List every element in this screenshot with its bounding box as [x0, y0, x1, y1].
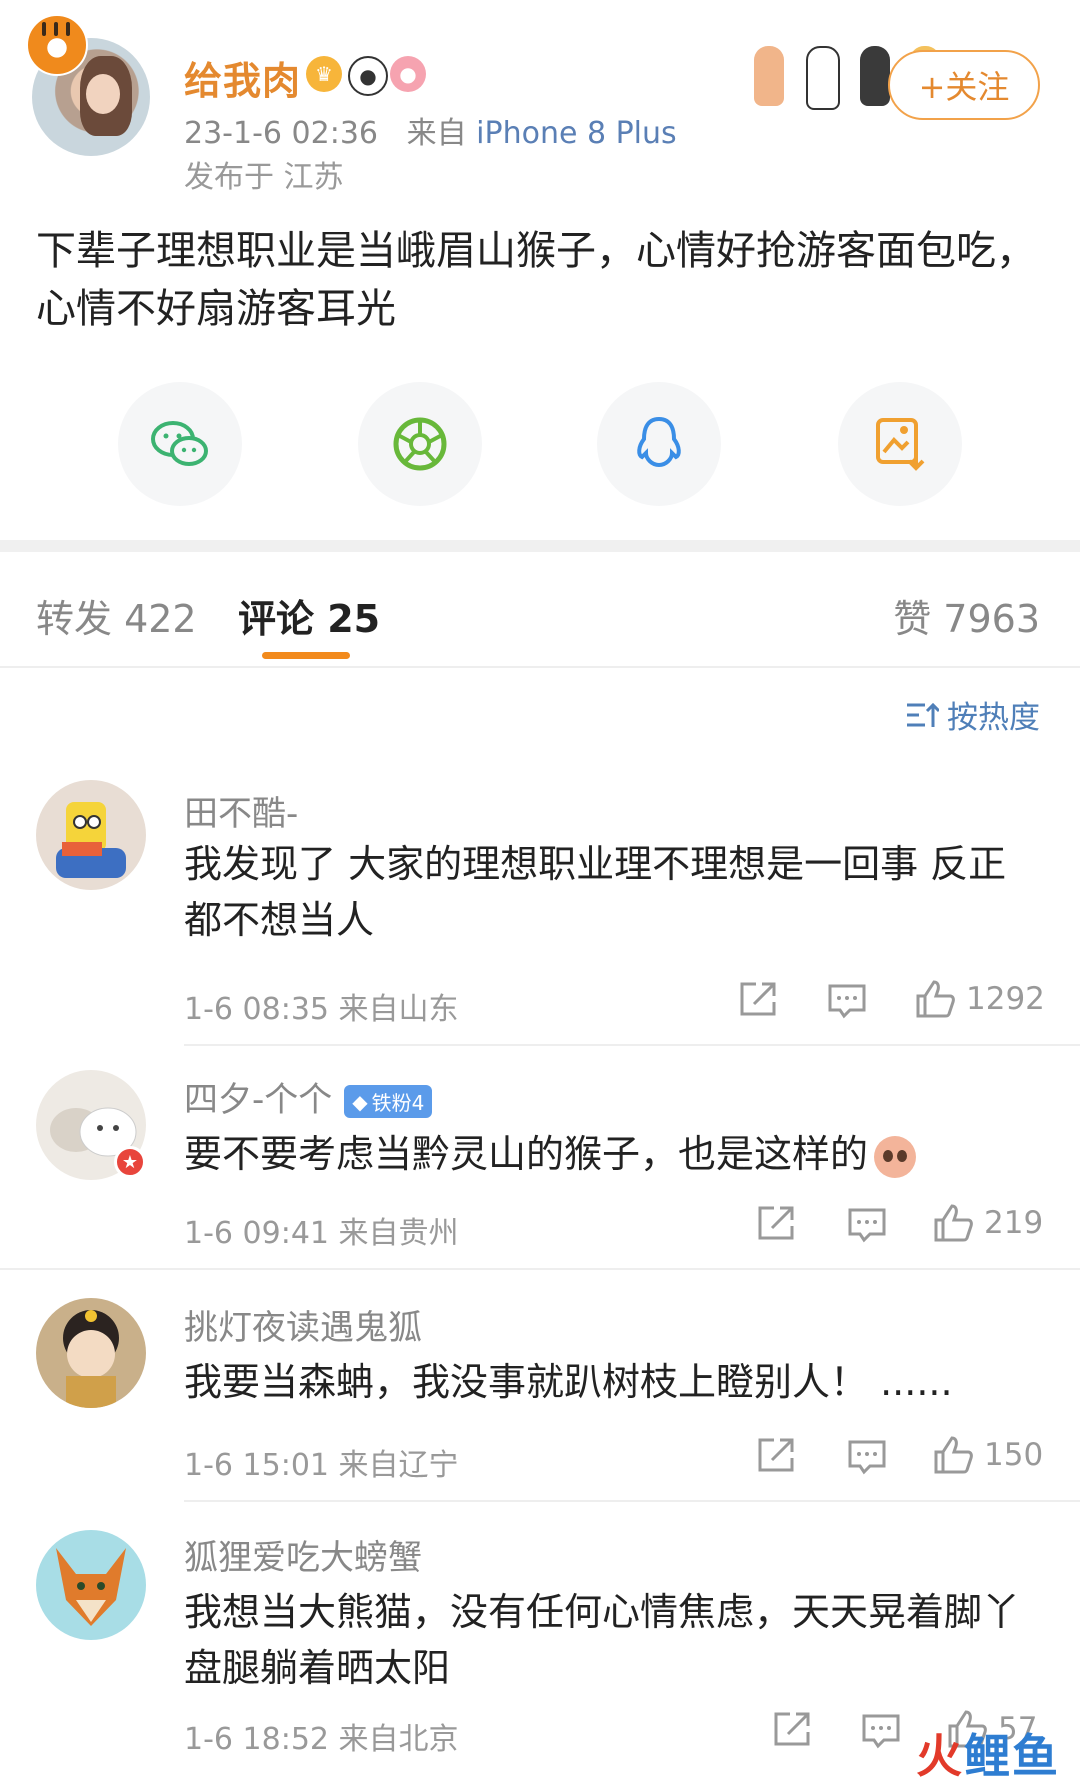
thumbs-up-icon [916, 980, 955, 1018]
sort-icon [907, 702, 939, 727]
commenter-name[interactable]: 四夕-个个 [184, 1080, 332, 1120]
commenter-name[interactable]: 田不酷- [184, 786, 298, 835]
comment-text: 我想当大熊猫，没有任何心情焦虑，天天晃着脚丫盘腿躺着晒太阳 [184, 1590, 1021, 1690]
share-comment-button[interactable] [756, 1204, 798, 1246]
qq-icon [637, 416, 681, 468]
comment-text: 我发现了 大家的理想职业理不理想是一回事 反正都不想当人 [184, 842, 1007, 942]
wechat-icon [151, 421, 208, 466]
commenter-avatar[interactable] [36, 780, 146, 890]
comment-divider [0, 1268, 1080, 1270]
bart-avatar-icon [56, 802, 126, 878]
comment-icon [848, 1440, 886, 1475]
share-icon [740, 982, 776, 1016]
post-source-prefix: 来自 [406, 116, 467, 151]
comment-time: 1-6 15:01 来自辽宁 [184, 1448, 459, 1483]
share-icon [758, 1438, 794, 1472]
fan-badge-label: 铁粉4 [371, 1091, 425, 1115]
comment-text: 要不要考虑当黔灵山的猴子，也是这样的 [184, 1132, 869, 1176]
crown-icon: ♛ [306, 56, 342, 92]
commenter-name[interactable]: 挑灯夜读遇鬼狐 [184, 1300, 422, 1349]
post-timestamp: 23-1-6 02:36 [184, 116, 378, 151]
commenter-avatar[interactable] [36, 1298, 146, 1408]
watermark-part1: 火 [916, 1729, 964, 1783]
commenter-avatar[interactable] [36, 1530, 146, 1640]
reply-button[interactable] [846, 1438, 888, 1480]
diamond-icon: ◆ [352, 1089, 368, 1114]
comment-time: 1-6 09:41 来自贵州 [184, 1216, 459, 1251]
paw-icon [754, 46, 784, 106]
comment-divider [184, 1044, 1080, 1046]
cute-face-emoji-icon [874, 1135, 917, 1178]
active-tab-indicator [262, 652, 350, 659]
reply-button[interactable] [826, 982, 868, 1024]
tiger-pendant-icon [26, 14, 88, 76]
like-button[interactable]: 219 [932, 1204, 1043, 1242]
comment-text: 我要当森蚺，我没事就趴树枝上瞪别人！ ...... [184, 1360, 953, 1404]
comment-time: 1-6 18:52 来自北京 [184, 1722, 459, 1757]
commenter-name[interactable]: 狐狸爱吃大螃蟹 [184, 1530, 422, 1579]
like-count: 219 [984, 1205, 1044, 1241]
share-comment-button[interactable] [738, 980, 780, 1022]
post-body: 下辈子理想职业是当峨眉山猴子，心情好抢游客面包吃，心情不好扇游客耳光 [36, 228, 1036, 332]
like-button[interactable]: 1292 [914, 980, 1045, 1018]
pig-icon: ● [390, 56, 426, 92]
share-icon [758, 1206, 794, 1240]
thumbs-up-icon [934, 1436, 973, 1474]
share-comment-button[interactable] [772, 1710, 814, 1752]
tab-comments[interactable]: 评论 25 [238, 588, 380, 643]
share-icon [774, 1712, 810, 1746]
tab-likes[interactable]: 赞 7963 [893, 588, 1040, 643]
share-wechat-button[interactable] [118, 382, 242, 506]
share-comment-button[interactable] [756, 1436, 798, 1478]
comment-divider [184, 1500, 1080, 1502]
comment-time: 1-6 08:35 来自山东 [184, 992, 459, 1027]
follow-button[interactable]: +关注 [888, 50, 1040, 120]
author-name[interactable]: 给我肉 [184, 50, 301, 105]
fox-avatar-icon [56, 1548, 126, 1626]
share-qq-button[interactable] [597, 382, 721, 506]
watermark-logo: 火鲤鱼 [916, 1720, 1060, 1786]
verified-star-icon: ★ [114, 1146, 146, 1178]
moments-icon [393, 417, 447, 471]
commenter-name-row: 四夕-个个 ◆ 铁粉4 [184, 1072, 433, 1121]
sort-label: 按热度 [947, 700, 1040, 736]
comment-icon [828, 984, 866, 1019]
post-location: 发布于 江苏 [184, 160, 344, 195]
share-moments-button[interactable] [358, 382, 482, 506]
like-count: 150 [984, 1437, 1044, 1473]
comment-icon [848, 1208, 886, 1243]
reply-button[interactable] [846, 1206, 888, 1248]
watermark-part2: 鲤鱼 [964, 1729, 1060, 1783]
fan-badge: ◆ 铁粉4 [344, 1085, 433, 1118]
comment-icon [862, 1714, 900, 1749]
sort-toggle[interactable]: 按热度 [905, 692, 1040, 737]
post-meta: 23-1-6 02:36 来自 iPhone 8 Plus [184, 108, 677, 152]
girl-avatar-icon [63, 1310, 119, 1408]
section-divider [0, 540, 1080, 552]
tabs-divider [0, 666, 1080, 668]
save-image-icon [876, 418, 925, 471]
paw-icon [860, 46, 890, 106]
like-button[interactable]: 150 [932, 1436, 1043, 1474]
panda-icon: ● [348, 56, 388, 96]
reply-button[interactable] [860, 1712, 902, 1754]
post-device[interactable]: iPhone 8 Plus [476, 116, 677, 151]
thumbs-up-icon [934, 1204, 973, 1242]
save-image-button[interactable] [838, 382, 962, 506]
comment-text-row: 要不要考虑当黔灵山的猴子，也是这样的 [184, 1126, 1044, 1182]
tab-repost[interactable]: 转发 422 [36, 588, 197, 643]
like-count: 1292 [966, 981, 1045, 1017]
paw-icon [806, 46, 840, 110]
